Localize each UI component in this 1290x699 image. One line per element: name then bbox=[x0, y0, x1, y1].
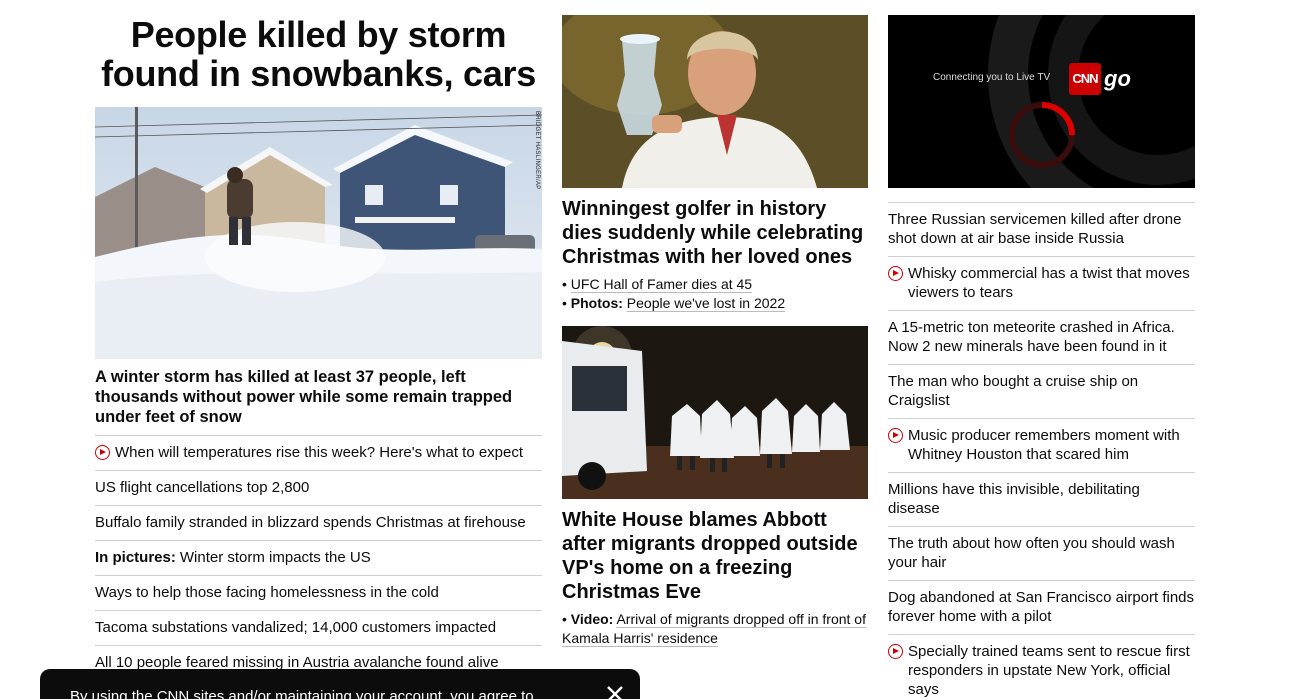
list-item-text: Three Russian servicemen killed after dr… bbox=[888, 210, 1195, 248]
list-item-text: Dog abandoned at San Francisco airport f… bbox=[888, 588, 1195, 626]
list-item[interactable]: Ways to help those facing homelessness i… bbox=[95, 575, 542, 610]
list-item-text: A 15-metric ton meteorite crashed in Afr… bbox=[888, 318, 1195, 356]
migrants-headline[interactable]: White House blames Abbott after migrants… bbox=[562, 508, 868, 604]
photo-credit: BRIDGET HASLINGER/AP bbox=[534, 111, 540, 190]
list-item-label: The man who bought a cruise ship on Crai… bbox=[888, 373, 1139, 409]
related-link-prefix: Photos: bbox=[570, 295, 623, 311]
list-item-label: Tacoma substations vandalized; 14,000 cu… bbox=[95, 619, 497, 636]
list-item-label: The truth about how often you should was… bbox=[888, 535, 1175, 571]
related-link[interactable]: • UFC Hall of Famer dies at 45 bbox=[562, 275, 868, 294]
list-item-text: When will temperatures rise this week? H… bbox=[115, 443, 523, 462]
lead-summary[interactable]: A winter storm has killed at least 37 pe… bbox=[95, 367, 542, 427]
list-item[interactable]: In pictures: Winter storm impacts the US bbox=[95, 540, 542, 575]
golfer-headline[interactable]: Winningest golfer in history dies sudden… bbox=[562, 197, 868, 269]
consent-text: By using the CNN sites and/or maintainin… bbox=[70, 688, 534, 699]
list-item[interactable]: Three Russian servicemen killed after dr… bbox=[888, 202, 1195, 256]
list-item-label: Millions have this invisible, debilitati… bbox=[888, 481, 1140, 517]
lead-story: People killed by storm found in snowbank… bbox=[95, 15, 542, 680]
list-item[interactable]: A 15-metric ton meteorite crashed in Afr… bbox=[888, 310, 1195, 364]
right-headlines-list: Three Russian servicemen killed after dr… bbox=[888, 202, 1195, 699]
golfer-image[interactable] bbox=[562, 15, 868, 188]
list-item-text: The truth about how often you should was… bbox=[888, 534, 1195, 572]
related-link-label: People we've lost in 2022 bbox=[626, 295, 786, 311]
list-item[interactable]: Tacoma substations vandalized; 14,000 cu… bbox=[95, 610, 542, 645]
list-item-label: A 15-metric ton meteorite crashed in Afr… bbox=[888, 319, 1175, 355]
connecting-text: Connecting you to Live TV bbox=[933, 72, 1051, 83]
list-item-label: Whisky commercial has a twist that moves… bbox=[908, 265, 1190, 301]
bullet-dot: • bbox=[562, 276, 571, 292]
consent-banner: By using the CNN sites and/or maintainin… bbox=[40, 669, 640, 699]
list-item-label: Ways to help those facing homelessness i… bbox=[95, 584, 439, 601]
list-item[interactable]: Dog abandoned at San Francisco airport f… bbox=[888, 580, 1195, 634]
list-item-text: The man who bought a cruise ship on Crai… bbox=[888, 372, 1195, 410]
close-icon[interactable] bbox=[606, 685, 624, 699]
list-item-label: Dog abandoned at San Francisco airport f… bbox=[888, 589, 1195, 625]
migrants-photo bbox=[562, 326, 868, 499]
list-item-text: Millions have this invisible, debilitati… bbox=[888, 480, 1195, 518]
related-link[interactable]: • Photos: People we've lost in 2022 bbox=[562, 294, 868, 313]
migrants-image[interactable] bbox=[562, 326, 868, 499]
list-item-text: Tacoma substations vandalized; 14,000 cu… bbox=[95, 618, 496, 637]
list-item-label: US flight cancellations top 2,800 bbox=[95, 479, 310, 496]
golfer-photo bbox=[562, 15, 868, 188]
related-link[interactable]: • Video: Arrival of migrants dropped off… bbox=[562, 610, 868, 648]
middle-column: Winningest golfer in history dies sudden… bbox=[562, 15, 868, 648]
bullet-dot: • bbox=[562, 295, 571, 311]
list-item-prefix: In pictures: bbox=[95, 549, 176, 566]
live-tv-player[interactable]: Connecting you to Live TV CNN go bbox=[888, 15, 1195, 188]
related-link-prefix: Video: bbox=[570, 611, 614, 627]
list-item-text: Whisky commercial has a twist that moves… bbox=[908, 264, 1195, 302]
list-item-label: Three Russian servicemen killed after dr… bbox=[888, 211, 1182, 247]
list-item-text: US flight cancellations top 2,800 bbox=[95, 478, 309, 497]
list-item-text: Specially trained teams sent to rescue f… bbox=[908, 642, 1195, 699]
list-item-text: In pictures: Winter storm impacts the US bbox=[95, 548, 371, 567]
migrants-related-links: • Video: Arrival of migrants dropped off… bbox=[562, 610, 868, 648]
play-video-icon bbox=[888, 644, 903, 659]
list-item-text: Buffalo family stranded in blizzard spen… bbox=[95, 513, 526, 532]
list-item[interactable]: Buffalo family stranded in blizzard spen… bbox=[95, 505, 542, 540]
list-item[interactable]: When will temperatures rise this week? H… bbox=[95, 435, 542, 470]
list-item[interactable]: The truth about how often you should was… bbox=[888, 526, 1195, 580]
right-column: Connecting you to Live TV CNN go Three R… bbox=[888, 15, 1195, 699]
play-video-icon bbox=[95, 445, 110, 460]
bullet-dot: • bbox=[562, 611, 571, 627]
cnn-logo: CNN bbox=[1069, 63, 1101, 95]
list-item-text: Ways to help those facing homelessness i… bbox=[95, 583, 439, 602]
snow-street-photo bbox=[95, 107, 542, 359]
list-item-label: Specially trained teams sent to rescue f… bbox=[908, 643, 1190, 698]
list-item[interactable]: Music producer remembers moment with Whi… bbox=[888, 418, 1195, 472]
player-background-rings bbox=[988, 15, 1195, 188]
list-item-text: Music producer remembers moment with Whi… bbox=[908, 426, 1195, 464]
list-item-label: Winter storm impacts the US bbox=[179, 549, 371, 566]
list-item[interactable]: Millions have this invisible, debilitati… bbox=[888, 472, 1195, 526]
list-item[interactable]: Whisky commercial has a twist that moves… bbox=[888, 256, 1195, 310]
list-item[interactable]: Specially trained teams sent to rescue f… bbox=[888, 634, 1195, 699]
lead-image[interactable]: BRIDGET HASLINGER/AP bbox=[95, 107, 542, 359]
list-item-label: Buffalo family stranded in blizzard spen… bbox=[95, 514, 526, 531]
list-item-label: When will temperatures rise this week? H… bbox=[115, 444, 524, 461]
golfer-related-links: • UFC Hall of Famer dies at 45 • Photos: … bbox=[562, 275, 868, 313]
list-item-label: Music producer remembers moment with Whi… bbox=[908, 427, 1180, 463]
play-video-icon bbox=[888, 266, 903, 281]
related-links-list: When will temperatures rise this week? H… bbox=[95, 435, 542, 680]
lead-headline[interactable]: People killed by storm found in snowbank… bbox=[95, 15, 542, 93]
related-link-label: UFC Hall of Famer dies at 45 bbox=[570, 276, 753, 292]
list-item[interactable]: US flight cancellations top 2,800 bbox=[95, 470, 542, 505]
play-video-icon bbox=[888, 428, 903, 443]
list-item[interactable]: The man who bought a cruise ship on Crai… bbox=[888, 364, 1195, 418]
go-logo-text: go bbox=[1104, 66, 1131, 91]
